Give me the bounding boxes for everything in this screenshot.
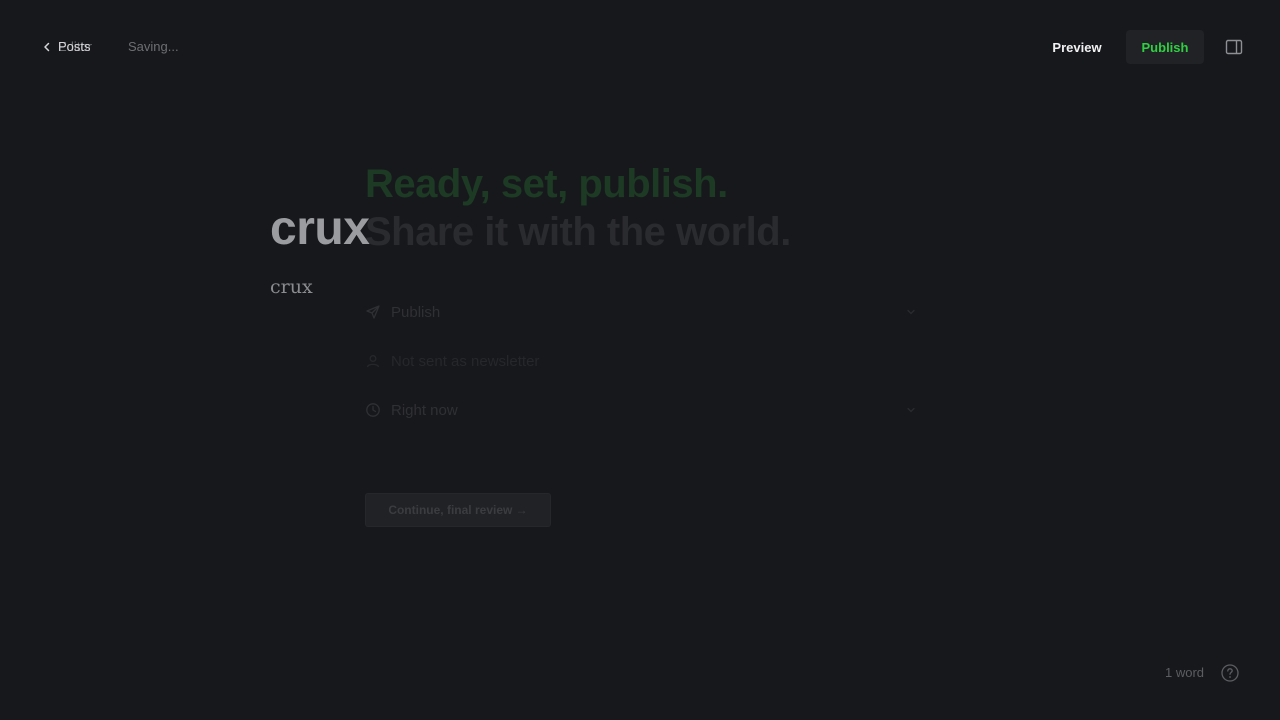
- send-icon: [366, 305, 380, 319]
- publish-type-label: Publish: [391, 303, 441, 321]
- back-button[interactable]: Editor Posts: [40, 36, 102, 58]
- headline-line-1: Ready, set, publish.: [365, 162, 728, 206]
- headline-line-2: Share it with the world.: [365, 210, 791, 254]
- help-icon: [1221, 664, 1239, 682]
- post-title[interactable]: crux: [270, 200, 370, 258]
- back-label-stack: Editor Posts: [58, 39, 102, 55]
- sidebar-toggle-button[interactable]: [1220, 33, 1248, 61]
- chevron-down-icon: [907, 407, 915, 413]
- post-body[interactable]: crux: [270, 274, 313, 300]
- preview-button[interactable]: Preview: [1040, 31, 1114, 63]
- help-button[interactable]: [1220, 663, 1240, 683]
- newsletter-option[interactable]: Not sent as newsletter: [365, 347, 917, 375]
- chevron-left-icon: [44, 42, 50, 52]
- save-status: Saving...: [128, 39, 179, 54]
- publish-type-option[interactable]: Publish: [365, 298, 917, 326]
- schedule-label: Right now: [391, 401, 458, 419]
- schedule-option[interactable]: Right now: [365, 396, 917, 424]
- sidebar-panel-icon: [1225, 39, 1243, 55]
- newsletter-label: Not sent as newsletter: [391, 352, 540, 370]
- back-label: Posts: [58, 39, 91, 54]
- top-bar: Editor Posts Saving... Preview Publish: [0, 0, 1280, 94]
- chevron-down-icon: [907, 309, 915, 315]
- user-icon: [366, 355, 380, 368]
- clock-icon: [366, 403, 380, 417]
- continue-final-review-button[interactable]: Continue, final review →: [365, 493, 551, 527]
- publish-panel: Ready, set, publish. Share it with the w…: [365, 160, 925, 540]
- publish-headline: Ready, set, publish. Share it with the w…: [365, 160, 791, 256]
- editor-page: Editor Posts Saving... Preview Publish c…: [0, 0, 1280, 720]
- publish-button[interactable]: Publish: [1126, 30, 1204, 64]
- word-count: 1 word: [1165, 665, 1205, 680]
